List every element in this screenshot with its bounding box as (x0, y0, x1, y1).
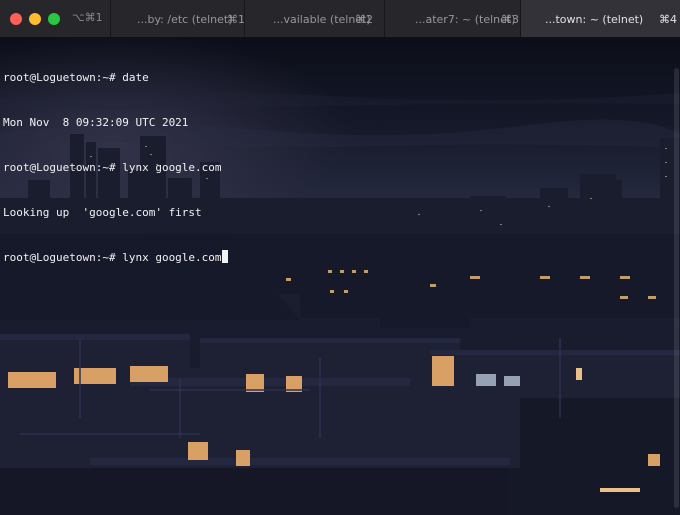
terminal-line: root@Loguetown:~# date (3, 71, 149, 84)
window-shortcut-label: ⌥⌘1 (72, 11, 103, 24)
terminal-line: root@Loguetown:~# lynx google.com (3, 161, 222, 174)
tab-1[interactable]: ...by: /etc (telnet) ⌘1 (110, 0, 245, 37)
tab-shortcut: ⌘2 (355, 13, 373, 26)
tab-shortcut: ⌘4 (659, 13, 677, 26)
terminal-pane[interactable]: root@Loguetown:~# date Mon Nov 8 09:32:0… (0, 38, 680, 515)
terminal-line: Mon Nov 8 09:32:09 UTC 2021 (3, 116, 189, 129)
tab-2[interactable]: ...vailable (telnet) ⌘2 (244, 0, 384, 37)
tab-title: ...town: ~ (telnet) (545, 13, 644, 26)
maximize-window-button[interactable] (48, 13, 60, 25)
terminal-window: ⌥⌘1 ...by: /etc (telnet) ⌘1 ...vailable … (0, 0, 680, 515)
tab-title: ...by: /etc (telnet) (137, 13, 233, 26)
terminal-line: Looking up 'google.com' first (3, 206, 202, 219)
text-cursor (221, 250, 228, 263)
tab-shortcut: ⌘3 (501, 13, 519, 26)
terminal-input-line[interactable]: root@Loguetown:~# lynx google.com (3, 250, 228, 265)
terminal-scrollbar[interactable] (674, 68, 679, 508)
close-window-button[interactable] (10, 13, 22, 25)
tab-3[interactable]: ...ater7: ~ (telnet) ⌘3 (384, 0, 520, 37)
minimize-window-button[interactable] (29, 13, 41, 25)
tab-bar: ...by: /etc (telnet) ⌘1 ...vailable (tel… (110, 0, 680, 37)
tab-shortcut: ⌘1 (227, 13, 245, 26)
tab-4-active[interactable]: ...town: ~ (telnet) ⌘4 (520, 0, 680, 37)
terminal-current-command: root@Loguetown:~# lynx google.com (3, 251, 222, 264)
title-bar: ⌥⌘1 ...by: /etc (telnet) ⌘1 ...vailable … (0, 0, 680, 38)
terminal-output: root@Loguetown:~# date Mon Nov 8 09:32:0… (3, 40, 228, 295)
